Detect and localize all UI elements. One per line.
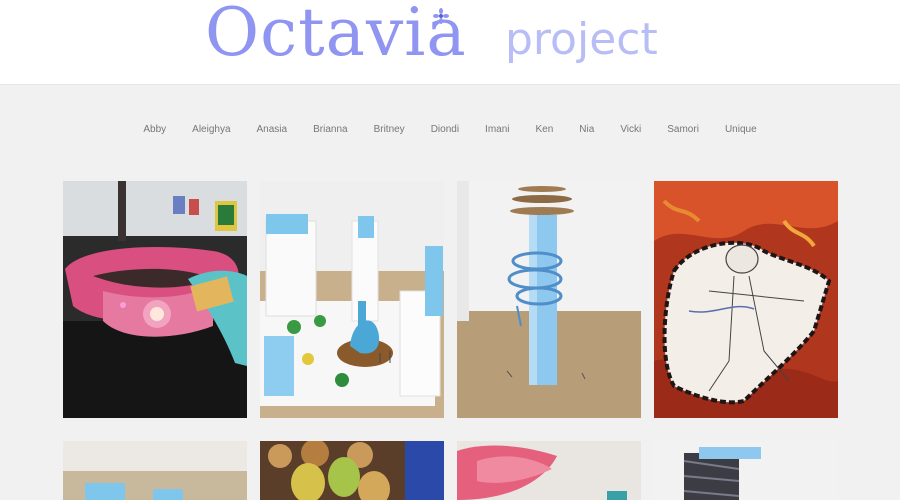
gallery-item-7[interactable]: [457, 441, 641, 500]
gallery-item-8[interactable]: [654, 441, 838, 500]
tower-with-rings-photo: [457, 181, 641, 418]
wearable-pink-band-photo: [63, 181, 247, 418]
gallery-item-1[interactable]: [63, 181, 247, 418]
logo-title: Octavia: [205, 0, 467, 71]
nav-link-anasia[interactable]: Anasia: [244, 124, 301, 135]
blue-blocks-photo: [63, 441, 247, 500]
pink-tissue-photo: [457, 441, 641, 500]
gallery-item-4[interactable]: [654, 181, 838, 418]
nav-link-imani[interactable]: Imani: [472, 124, 522, 135]
gallery-item-2[interactable]: [260, 181, 444, 418]
site-logo[interactable]: Octavia project: [205, 0, 725, 84]
nav-link-ken[interactable]: Ken: [523, 124, 567, 135]
flower-icon: [433, 8, 449, 24]
painted-eggs-photo: [260, 441, 444, 500]
student-nav: Abby Aleighya Anasia Brianna Britney Dio…: [0, 124, 900, 135]
nav-link-vicki[interactable]: Vicki: [607, 124, 654, 135]
foam-city-model-photo: [260, 181, 444, 418]
fire-figure-painting: [654, 181, 838, 418]
nav-link-diondi[interactable]: Diondi: [418, 124, 472, 135]
nav-link-samori[interactable]: Samori: [654, 124, 712, 135]
nav-link-aleighya[interactable]: Aleighya: [179, 124, 243, 135]
gallery-item-6[interactable]: [260, 441, 444, 500]
nav-link-unique[interactable]: Unique: [712, 124, 770, 135]
wrapped-object-photo: [654, 441, 838, 500]
gallery-item-5[interactable]: [63, 441, 247, 500]
site-header: Octavia project: [0, 0, 900, 85]
nav-link-abby[interactable]: Abby: [130, 124, 179, 135]
nav-link-britney[interactable]: Britney: [361, 124, 418, 135]
logo-subtitle: project: [505, 14, 658, 65]
nav-link-nia[interactable]: Nia: [566, 124, 607, 135]
gallery-item-3[interactable]: [457, 181, 641, 418]
nav-link-brianna[interactable]: Brianna: [300, 124, 360, 135]
